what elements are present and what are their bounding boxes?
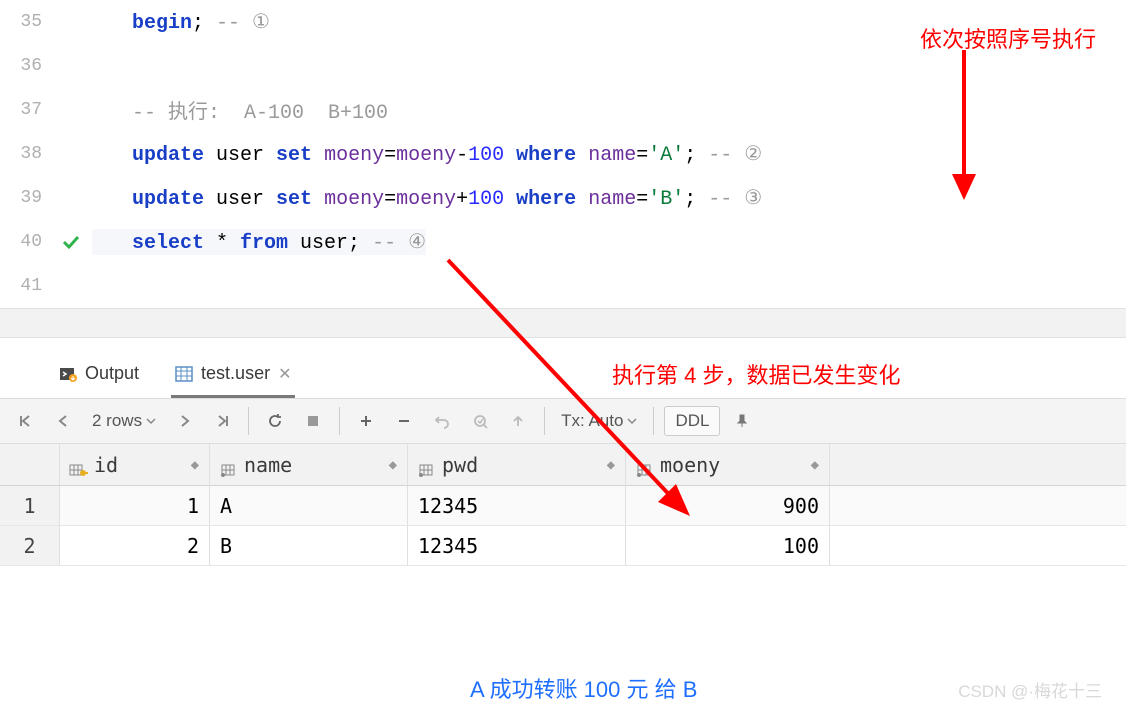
code-content[interactable]: update user set moeny=moeny-100 where na…: [92, 141, 762, 167]
result-grid: id◆ name◆ pwd◆ moeny◆ 1 1 A 12345 900 2 …: [0, 444, 1126, 566]
cell-pwd[interactable]: 12345: [408, 486, 626, 525]
column-header-moeny[interactable]: moeny◆: [626, 444, 830, 485]
column-icon: [636, 458, 654, 472]
sort-icon[interactable]: ◆: [191, 457, 199, 473]
commit-button[interactable]: [464, 405, 496, 437]
cell-id[interactable]: 1: [60, 486, 210, 525]
cell-moeny[interactable]: 900: [626, 486, 830, 525]
close-icon[interactable]: ✕: [278, 364, 291, 384]
line-number: 36: [0, 56, 50, 76]
table-row[interactable]: 1 1 A 12345 900: [0, 486, 1126, 526]
column-icon: [220, 458, 238, 472]
code-line[interactable]: 37 -- 执行: A-100 B+100: [0, 88, 1126, 132]
cell-pwd[interactable]: 12345: [408, 526, 626, 565]
sort-icon[interactable]: ◆: [389, 457, 397, 473]
line-number: 35: [0, 12, 50, 32]
table-row[interactable]: 2 2 B 12345 100: [0, 526, 1126, 566]
separator: [0, 308, 1126, 338]
annotation-bottom: A 成功转账 100 元 给 B: [470, 672, 697, 704]
tx-mode-label[interactable]: Tx: Auto: [555, 411, 643, 431]
code-content[interactable]: update user set moeny=moeny+100 where na…: [92, 185, 762, 211]
line-number: 39: [0, 188, 50, 208]
stop-button[interactable]: [297, 405, 329, 437]
grid-header: id◆ name◆ pwd◆ moeny◆: [0, 444, 1126, 486]
result-tabs: Output test.user ✕: [0, 352, 295, 398]
key-icon: [70, 458, 88, 472]
add-row-button[interactable]: [350, 405, 382, 437]
code-line[interactable]: 35 begin; -- ①: [0, 0, 1126, 44]
revert-button[interactable]: [426, 405, 458, 437]
ddl-button[interactable]: DDL: [664, 406, 720, 436]
column-header-name[interactable]: name◆: [210, 444, 408, 485]
code-line[interactable]: 39 update user set moeny=moeny+100 where…: [0, 176, 1126, 220]
watermark: CSDN @·梅花十三: [958, 677, 1102, 702]
table-icon: [175, 365, 193, 383]
row-number: 1: [0, 486, 60, 525]
code-line[interactable]: 41: [0, 264, 1126, 308]
cell-id[interactable]: 2: [60, 526, 210, 565]
line-number: 37: [0, 100, 50, 120]
cell-name[interactable]: A: [210, 486, 408, 525]
output-icon: [59, 365, 77, 383]
code-content[interactable]: select * from user; -- ④: [92, 229, 426, 255]
last-page-button[interactable]: [206, 405, 238, 437]
tab-output-label: Output: [85, 363, 139, 384]
reload-button[interactable]: [259, 405, 291, 437]
row-count-label[interactable]: 2 rows: [86, 411, 162, 431]
next-page-button[interactable]: [168, 405, 200, 437]
code-line[interactable]: 38 update user set moeny=moeny-100 where…: [0, 132, 1126, 176]
column-header-id[interactable]: id◆: [60, 444, 210, 485]
line-number: 40: [0, 232, 50, 252]
result-toolbar: 2 rows Tx: Auto DDL: [0, 398, 1126, 444]
code-line[interactable]: 40 select * from user; -- ④: [0, 220, 1126, 264]
line-number: 38: [0, 144, 50, 164]
sort-icon[interactable]: ◆: [607, 457, 615, 473]
corner-cell: [0, 444, 60, 485]
tab-result[interactable]: test.user ✕: [171, 352, 295, 398]
column-header-pwd[interactable]: pwd◆: [408, 444, 626, 485]
check-icon: [50, 232, 92, 252]
tab-result-label: test.user: [201, 363, 270, 384]
line-number: 41: [0, 276, 50, 296]
first-page-button[interactable]: [10, 405, 42, 437]
column-icon: [418, 458, 436, 472]
pin-button[interactable]: [726, 405, 758, 437]
submit-button[interactable]: [502, 405, 534, 437]
cell-name[interactable]: B: [210, 526, 408, 565]
row-number: 2: [0, 526, 60, 565]
delete-row-button[interactable]: [388, 405, 420, 437]
code-line[interactable]: 36: [0, 44, 1126, 88]
tab-output[interactable]: Output: [55, 352, 143, 398]
cell-moeny[interactable]: 100: [626, 526, 830, 565]
code-content[interactable]: -- 执行: A-100 B+100: [92, 95, 388, 125]
sort-icon[interactable]: ◆: [811, 457, 819, 473]
code-content[interactable]: begin; -- ①: [92, 9, 270, 35]
code-editor[interactable]: 35 begin; -- ① 36 37 -- 执行: A-100 B+100 …: [0, 0, 1126, 308]
prev-page-button[interactable]: [48, 405, 80, 437]
